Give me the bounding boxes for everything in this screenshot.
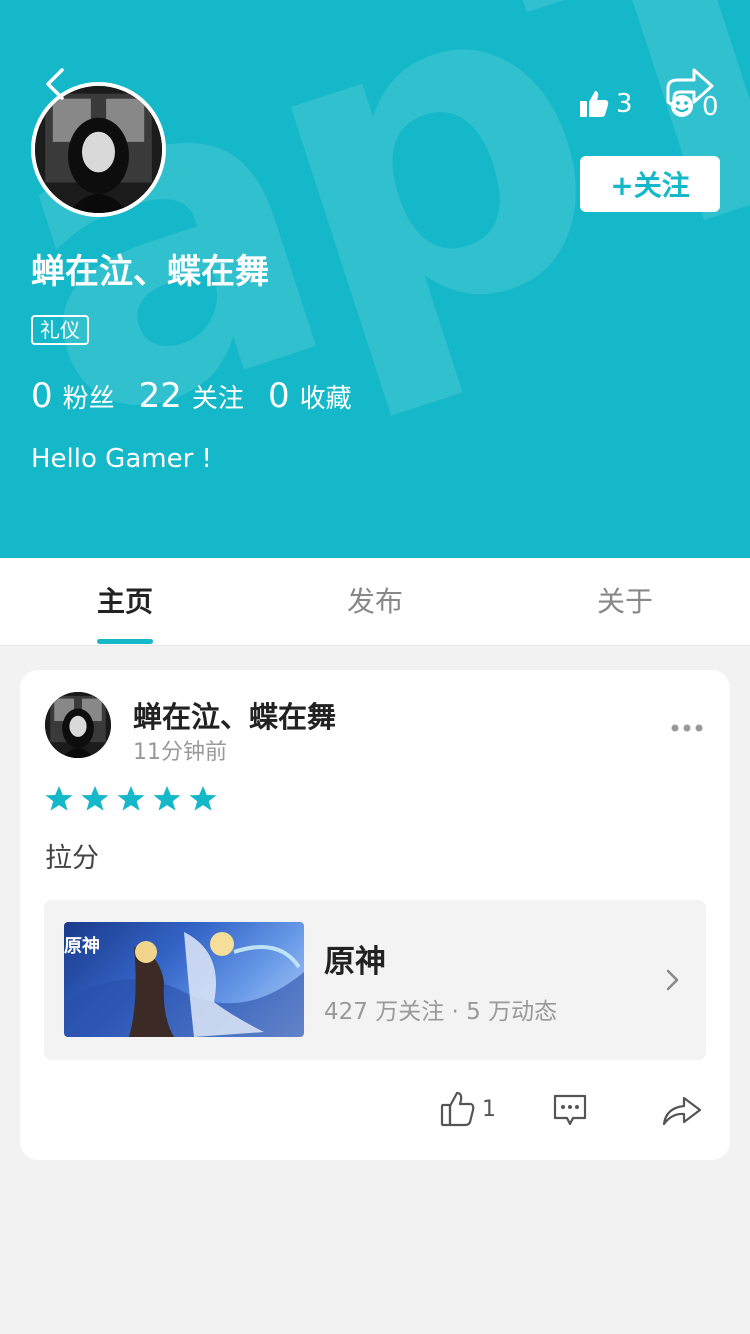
following-label[interactable]: 关注 [192, 378, 244, 415]
post-share-button[interactable] [662, 1094, 702, 1126]
back-button[interactable] [40, 64, 74, 104]
profile-share-count: 0 [702, 92, 719, 122]
star-icon [45, 786, 73, 811]
avatar-image [35, 86, 162, 213]
following-count[interactable]: 22 [139, 376, 182, 416]
profile-header: apTap 3 0 +关注 蝉在泣、蝶在舞 礼仪 0 粉丝 22 关注 0 收藏… [0, 0, 750, 558]
post-comment-button[interactable] [552, 1092, 588, 1128]
star-icon [153, 786, 181, 811]
post-author-avatar[interactable] [45, 692, 111, 758]
tab-bar: 主页 发布 关于 [0, 558, 750, 646]
favorites-label[interactable]: 收藏 [300, 378, 352, 415]
post-author-name[interactable]: 蝉在泣、蝶在舞 [133, 694, 336, 736]
fans-count[interactable]: 0 [31, 376, 53, 416]
thumbs-up-icon [580, 91, 609, 117]
post-actions: 1 [20, 1090, 730, 1134]
favorites-count[interactable]: 0 [268, 376, 290, 416]
post-like-button[interactable]: 1 [440, 1090, 496, 1128]
more-button[interactable] [670, 720, 704, 734]
profile-bio: Hello Gamer ! [31, 444, 212, 474]
game-cover-image: 原神 [64, 922, 304, 1037]
post-time: 11分钟前 [133, 740, 227, 765]
profile-name: 蝉在泣、蝶在舞 [31, 252, 269, 292]
profile-share[interactable]: 0 [664, 66, 719, 129]
fans-label[interactable]: 粉丝 [63, 378, 115, 415]
thumbs-up-icon [440, 1091, 475, 1127]
profile-stats: 0 粉丝 22 关注 0 收藏 [31, 376, 376, 416]
star-icon [81, 786, 109, 811]
back-icon [46, 68, 64, 100]
more-icon [671, 724, 703, 732]
tab-about[interactable]: 关于 [500, 558, 750, 646]
follow-button[interactable]: +关注 [580, 156, 720, 212]
share-icon [662, 1096, 702, 1126]
game-cover-art [64, 932, 304, 1037]
chevron-right-icon [666, 969, 679, 991]
avatar-image [45, 692, 111, 758]
game-cover-logo: 原神 [64, 936, 100, 957]
profile-likes[interactable]: 3 [578, 88, 633, 120]
post-like-count: 1 [482, 1096, 496, 1122]
game-stats: 427 万关注 · 5 万动态 [324, 999, 558, 1025]
comment-icon [553, 1094, 587, 1126]
game-link[interactable]: 原神 原神 427 万关注 · 5 万动态 [44, 900, 706, 1060]
review-card[interactable]: 蝉在泣、蝶在舞 11分钟前 拉分 原神 原神 427 万关注 · 5 万动态 1 [20, 670, 730, 1160]
game-title: 原神 [324, 944, 386, 980]
profile-tag[interactable]: 礼仪 [31, 315, 89, 345]
star-icon [189, 786, 217, 811]
star-icon [117, 786, 145, 811]
profile-likes-count: 3 [616, 89, 633, 119]
review-text: 拉分 [45, 843, 99, 874]
tab-home[interactable]: 主页 [0, 558, 250, 646]
rating-stars [44, 784, 224, 814]
tab-posts[interactable]: 发布 [250, 558, 500, 646]
tab-indicator [97, 639, 153, 644]
